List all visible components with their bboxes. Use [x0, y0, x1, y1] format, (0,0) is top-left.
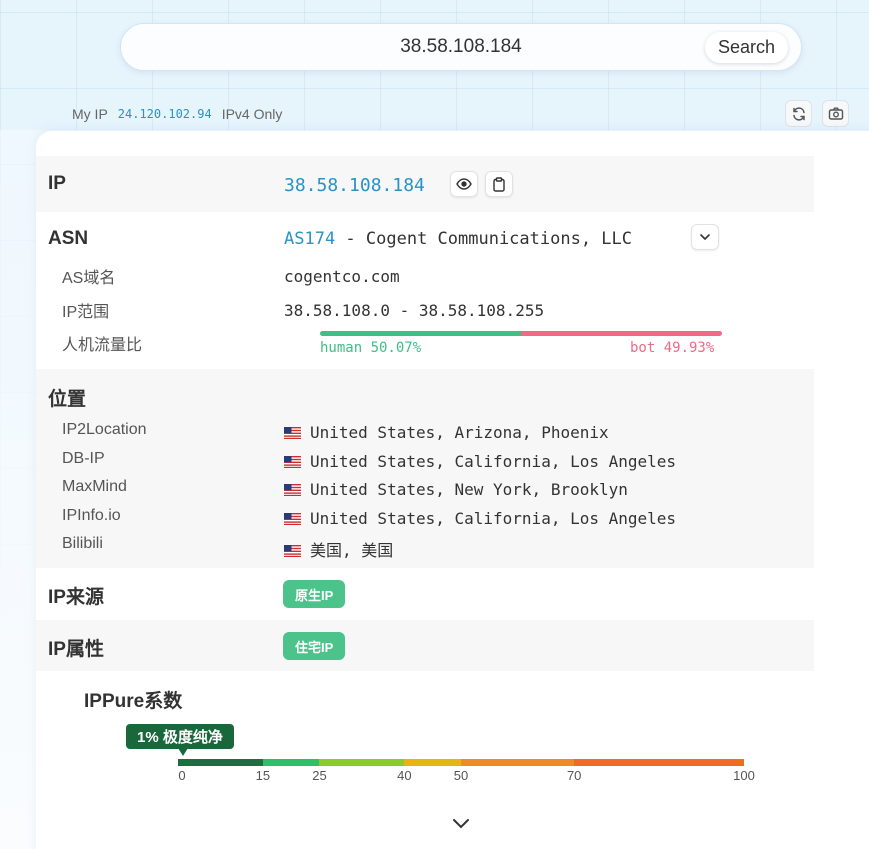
traffic-ratio-bar — [320, 331, 722, 336]
us-flag-icon — [284, 455, 301, 468]
purity-tick-label: 40 — [397, 768, 412, 783]
location-source-label: IP2Location — [62, 421, 147, 438]
toggle-visibility-button[interactable] — [450, 171, 478, 197]
purity-tick-label: 0 — [178, 768, 186, 783]
camera-icon — [828, 107, 843, 120]
traffic-ratio-label: 人机流量比 — [62, 337, 143, 354]
location-value: United States, California, Los Angeles — [284, 509, 676, 528]
purity-score-badge: 1% 极度纯净 — [126, 724, 234, 749]
purity-tick-label: 15 — [255, 768, 271, 783]
location-text: United States, California, Los Angeles — [310, 451, 677, 471]
expand-more-button[interactable] — [451, 816, 471, 835]
asn-expand-button[interactable] — [691, 224, 719, 250]
purity-tick-label: 70 — [566, 768, 582, 783]
location-value: 美国, 美国 — [284, 537, 393, 561]
ip-origin-badge: 原生IP — [283, 580, 346, 608]
purity-segment — [404, 759, 461, 766]
top-toolbar — [785, 100, 849, 127]
as-number-link[interactable]: AS174 — [284, 229, 335, 249]
location-text: 美国, 美国 — [310, 541, 394, 560]
us-flag-icon — [284, 484, 301, 496]
purity-score-bar — [178, 759, 744, 766]
screenshot-button[interactable] — [822, 100, 849, 127]
location-value: United States, California, Los Angeles — [284, 452, 676, 471]
location-label: 位置 — [48, 389, 87, 410]
asn-value: AS174 - Cogent Communications, LLC — [284, 229, 632, 249]
ip-row: IP 38.58.108.184 — [36, 156, 814, 212]
origin-section: IP来源 原生IP — [36, 568, 814, 620]
purity-segment — [262, 759, 320, 766]
purity-tick-label: 100 — [733, 768, 755, 783]
my-ip-value[interactable]: 24.120.102.94 — [118, 107, 212, 121]
location-source-label: Bilibili — [62, 535, 103, 552]
purity-tick-label: 50 — [453, 768, 469, 783]
attribute-section: IP属性 住宅IP — [36, 620, 814, 671]
refresh-button[interactable] — [785, 100, 812, 127]
chevron-down-icon — [453, 819, 469, 829]
us-flag-icon — [284, 512, 301, 525]
location-source-label: IPInfo.io — [62, 506, 121, 524]
ip-range-label: IP范围 — [62, 304, 110, 321]
ip-origin-label: IP来源 — [48, 587, 104, 608]
as-domain-label: AS域名 — [62, 270, 116, 287]
location-text: United States, California, Los Angeles — [310, 508, 677, 528]
us-flag-icon — [284, 545, 301, 557]
ip-label: IP — [48, 173, 66, 194]
clipboard-icon — [493, 176, 505, 192]
bot-segment — [521, 331, 722, 336]
purity-label: IPPure系数 — [84, 691, 183, 712]
search-button[interactable]: Search — [705, 32, 788, 63]
human-segment — [320, 331, 522, 336]
bot-ratio-text: bot 49.93% — [630, 340, 715, 356]
location-value: United States, New York, Brooklyn — [284, 480, 628, 499]
purity-score-pointer — [178, 748, 188, 756]
human-ratio-text: human 50.07% — [320, 340, 422, 356]
location-source-label: MaxMind — [62, 478, 127, 495]
search-input[interactable] — [141, 24, 691, 70]
ip-mode-label: IPv4 Only — [221, 106, 283, 122]
location-section: 位置 IP2Location United States, Arizona, Ph… — [36, 369, 814, 568]
location-text: United States, New York, Brooklyn — [310, 480, 628, 499]
ip-range-value: 38.58.108.0 - 38.58.108.255 — [284, 301, 545, 320]
ip-attribute-badge: 住宅IP — [283, 632, 346, 660]
purity-tick-label: 25 — [312, 768, 327, 783]
my-ip-label: My IP — [72, 106, 108, 122]
refresh-icon — [792, 106, 805, 121]
my-ip-row: My IP 24.120.102.94 IPv4 Only — [72, 105, 282, 123]
as-name: - Cogent Communications, LLC — [335, 229, 632, 249]
chevron-down-icon — [700, 234, 710, 241]
us-flag-icon — [284, 427, 301, 439]
search-bar: Search — [120, 23, 802, 71]
purity-segment — [178, 759, 263, 766]
asn-label: ASN — [48, 228, 89, 249]
ip-attribute-label: IP属性 — [48, 639, 104, 660]
location-source-label: DB-IP — [62, 449, 105, 467]
purity-segment — [319, 759, 405, 766]
purity-segment — [574, 759, 744, 766]
copy-button[interactable] — [485, 171, 513, 197]
location-value: United States, Arizona, Phoenix — [284, 423, 609, 442]
eye-icon — [456, 178, 472, 190]
location-text: United States, Arizona, Phoenix — [310, 423, 609, 442]
purity-segment — [460, 759, 575, 766]
ip-value[interactable]: 38.58.108.184 — [284, 175, 425, 196]
as-domain-value: cogentco.com — [284, 267, 400, 286]
